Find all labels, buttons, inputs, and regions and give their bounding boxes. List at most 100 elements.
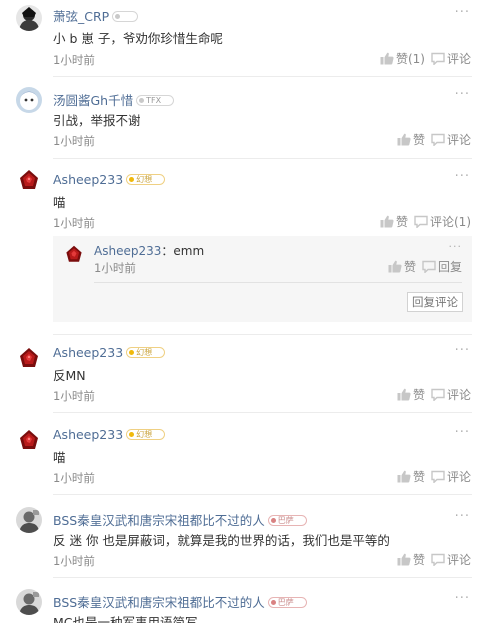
like-label: 赞 <box>412 470 425 484</box>
comment-button[interactable]: 评论 <box>431 551 471 568</box>
thumbs-up-icon <box>380 215 394 228</box>
like-button[interactable]: 赞 <box>380 213 408 230</box>
comment-content: 喵 <box>53 450 66 465</box>
reply-reply-button[interactable]: 回复 <box>422 258 462 275</box>
username-link[interactable]: BSS秦皇汉武和唐宗宋祖都比不过的人 <box>53 513 265 528</box>
reply-list: Asheep233：emm ··· 1小时前 赞 回复 回复评论 <box>53 236 472 322</box>
comment-actions: 赞 评论 <box>391 386 471 403</box>
comment-label: 评论 <box>446 388 471 402</box>
reply-username[interactable]: Asheep233 <box>94 244 161 258</box>
more-dots-icon[interactable]: ··· <box>455 88 470 101</box>
speech-bubble-icon <box>431 388 445 401</box>
like-button[interactable]: 赞(1) <box>380 50 425 67</box>
avatar[interactable] <box>16 87 42 113</box>
comment-content: MC也是一种军事用语简写 <box>53 615 198 623</box>
more-dots-icon[interactable]: ··· <box>455 6 470 19</box>
username[interactable]: BSS秦皇汉武和唐宗宋祖都比不过的人 巴萨 <box>53 592 307 611</box>
speech-bubble-icon <box>422 260 436 273</box>
badge-label: 巴萨 <box>277 598 294 607</box>
comment-item: BSS秦皇汉武和唐宗宋祖都比不过的人 巴萨 ··· 反 迷 你 也是屏蔽词，就算是… <box>0 504 486 578</box>
comment-label: 评论 <box>446 553 471 567</box>
avatar[interactable] <box>16 5 42 31</box>
avatar[interactable] <box>16 346 42 372</box>
username-link[interactable]: Asheep233 <box>53 427 123 442</box>
username-link[interactable]: 汤圆酱Gh千惜 <box>53 93 133 108</box>
like-label: 赞 <box>395 215 408 229</box>
username-link[interactable]: Asheep233 <box>53 345 123 360</box>
username-link[interactable]: 萧弦_CRP <box>53 9 109 24</box>
divider <box>53 334 472 335</box>
comment-actions: 赞 评论 <box>391 551 471 568</box>
reply-like-button[interactable]: 赞 <box>388 258 416 275</box>
like-label: 赞 <box>412 388 425 402</box>
comment-actions: 赞 评论 <box>391 131 471 148</box>
comment-time: 1小时前 <box>53 134 95 148</box>
comment-time: 1小时前 <box>53 471 95 485</box>
like-button[interactable]: 赞 <box>397 386 425 403</box>
user-badge <box>112 11 138 22</box>
speech-bubble-icon <box>414 215 428 228</box>
comment-item: Asheep233 幻想 ··· 反MN 1小时前 赞 评论 <box>0 342 486 414</box>
comment-button[interactable]: 评论(1) <box>414 213 471 230</box>
username[interactable]: BSS秦皇汉武和唐宗宋祖都比不过的人 巴萨 <box>53 510 307 529</box>
like-button[interactable]: 赞 <box>397 131 425 148</box>
divider <box>53 577 472 578</box>
badge-label: 幻想 <box>136 348 153 357</box>
like-label: 赞 <box>412 133 425 147</box>
user-badge: 幻想 <box>126 174 166 185</box>
comment-label: 评论(1) <box>430 215 471 229</box>
reply-separator: ： <box>161 244 174 258</box>
like-button[interactable]: 赞 <box>397 468 425 485</box>
more-dots-icon[interactable]: ··· <box>455 510 470 523</box>
comment-label: 评论 <box>446 133 471 147</box>
user-badge: 幻想 <box>126 429 166 440</box>
reply-time: 1小时前 <box>94 261 136 275</box>
username[interactable]: Asheep233 幻想 <box>53 345 166 360</box>
comment-time: 1小时前 <box>53 53 95 67</box>
like-button[interactable]: 赞 <box>397 551 425 568</box>
comment-time: 1小时前 <box>53 554 95 568</box>
thumbs-up-icon <box>397 553 411 566</box>
username-link[interactable]: BSS秦皇汉武和唐宗宋祖都比不过的人 <box>53 595 265 610</box>
more-dots-icon[interactable]: ··· <box>455 344 470 357</box>
comment-item: 萧弦_CRP ··· 小 b 崽 子，爷劝你珍惜生命呢 1小时前 赞(1) 评论 <box>0 0 486 77</box>
username[interactable]: Asheep233 幻想 <box>53 172 166 187</box>
username[interactable]: 萧弦_CRP <box>53 6 138 25</box>
comment-content: 小 b 崽 子，爷劝你珍惜生命呢 <box>53 31 223 46</box>
comment-actions: 赞 评论(1) <box>374 213 471 230</box>
avatar[interactable] <box>16 428 42 454</box>
comment-content: 喵 <box>53 195 66 210</box>
reply-content: emm <box>173 244 205 258</box>
divider <box>53 158 472 159</box>
more-dots-icon[interactable]: ··· <box>455 170 470 183</box>
thumbs-up-icon <box>388 260 402 273</box>
comment-button[interactable]: 评论 <box>431 131 471 148</box>
thumbs-up-icon <box>397 388 411 401</box>
comment-content: 反MN <box>53 368 86 383</box>
speech-bubble-icon <box>431 553 445 566</box>
user-badge: 巴萨 <box>267 515 307 526</box>
comment-button[interactable]: 评论 <box>431 468 471 485</box>
avatar[interactable] <box>16 507 42 533</box>
username[interactable]: 汤圆酱Gh千惜 TFX <box>53 90 175 109</box>
user-badge: TFX <box>136 95 175 106</box>
comment-button[interactable]: 评论 <box>431 50 471 67</box>
more-dots-icon[interactable]: ··· <box>449 241 463 252</box>
username[interactable]: Asheep233 幻想 <box>53 427 166 442</box>
more-dots-icon[interactable]: ··· <box>455 592 470 605</box>
speech-bubble-icon <box>431 133 445 146</box>
avatar[interactable] <box>16 589 42 615</box>
comment-label: 评论 <box>446 52 471 66</box>
speech-bubble-icon <box>431 470 445 483</box>
divider <box>53 412 472 413</box>
avatar[interactable] <box>16 168 42 194</box>
badge-label: 幻想 <box>136 430 153 439</box>
username-link[interactable]: Asheep233 <box>53 172 123 187</box>
avatar[interactable] <box>63 244 85 266</box>
user-badge: 巴萨 <box>267 597 307 608</box>
comment-button[interactable]: 评论 <box>431 386 471 403</box>
reply-comment-button[interactable]: 回复评论 <box>407 292 463 312</box>
divider <box>53 76 472 77</box>
comment-time: 1小时前 <box>53 216 95 230</box>
more-dots-icon[interactable]: ··· <box>455 426 470 439</box>
